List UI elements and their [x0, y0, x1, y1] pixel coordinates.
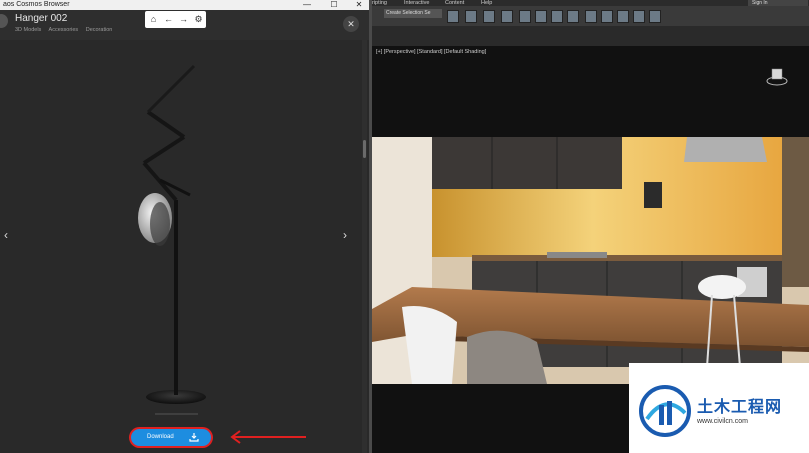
- next-arrow[interactable]: ›: [343, 228, 347, 242]
- viewcube-icon[interactable]: [766, 66, 788, 86]
- close-asset-button[interactable]: ✕: [343, 16, 359, 32]
- toolbar-icon[interactable]: [567, 10, 579, 23]
- breadcrumb-item[interactable]: Decoration: [86, 27, 113, 33]
- toolbar-icon[interactable]: [519, 10, 531, 23]
- toolbar-icon[interactable]: [617, 10, 629, 23]
- toolbar-icon[interactable]: [465, 10, 477, 23]
- prev-arrow[interactable]: ‹: [4, 228, 8, 242]
- secondary-toolbar: [372, 26, 809, 46]
- watermark-url: www.civilcn.com: [697, 418, 748, 425]
- watermark-logo: 土木工程网 www.civilcn.com: [629, 363, 809, 453]
- breadcrumb: 3D Models Accessories Decoration: [15, 27, 118, 33]
- asset-preview[interactable]: [0, 40, 369, 453]
- toolbar-icon[interactable]: [649, 10, 661, 23]
- toolbar-icon[interactable]: [483, 10, 495, 23]
- civilcn-logo-icon: [639, 385, 691, 437]
- scrollbar-thumb[interactable]: [363, 140, 366, 158]
- minimize-button[interactable]: —: [295, 0, 319, 10]
- toolbar-icon[interactable]: [601, 10, 613, 23]
- download-icon: [189, 433, 199, 442]
- window-title: aos Cosmos Browser: [3, 1, 70, 8]
- scrollbar-track[interactable]: [362, 40, 367, 453]
- toolbar-icon[interactable]: [585, 10, 597, 23]
- breadcrumb-item[interactable]: 3D Models: [15, 27, 41, 33]
- cosmos-browser-window: aos Cosmos Browser — ☐ ✕ Hanger 002 3D M…: [0, 0, 369, 453]
- forward-icon[interactable]: →: [178, 14, 189, 25]
- toolbar-icon[interactable]: [633, 10, 645, 23]
- coat-hanger-model: [138, 64, 206, 415]
- annotation-arrow-icon: [230, 430, 306, 444]
- breadcrumb-item[interactable]: Accessories: [49, 27, 79, 33]
- asset-title: Hanger 002: [15, 13, 68, 24]
- download-button[interactable]: Download: [131, 429, 211, 446]
- home-icon[interactable]: ⌂: [148, 14, 159, 25]
- maximize-button[interactable]: ☐: [322, 0, 346, 10]
- viewport-label[interactable]: [+] [Perspective] [Standard] [Default Sh…: [376, 49, 486, 55]
- window-close-button[interactable]: ✕: [347, 0, 369, 10]
- back-icon[interactable]: ←: [163, 14, 174, 25]
- browser-nav-bar: ⌂ ← → ⚙: [145, 11, 206, 28]
- toolbar-icon[interactable]: [535, 10, 547, 23]
- download-label: Download: [147, 434, 174, 440]
- kitchen-render: [372, 137, 809, 384]
- selection-set-dropdown[interactable]: Create Selection Se: [384, 9, 442, 18]
- watermark-brand-text: 土木工程网: [697, 399, 783, 416]
- window-titlebar: aos Cosmos Browser — ☐ ✕: [0, 0, 369, 10]
- toolbar-icon[interactable]: [551, 10, 563, 23]
- toolbar-icon[interactable]: [501, 10, 513, 23]
- settings-icon[interactable]: ⚙: [193, 14, 204, 25]
- toolbar-icon[interactable]: [447, 10, 459, 23]
